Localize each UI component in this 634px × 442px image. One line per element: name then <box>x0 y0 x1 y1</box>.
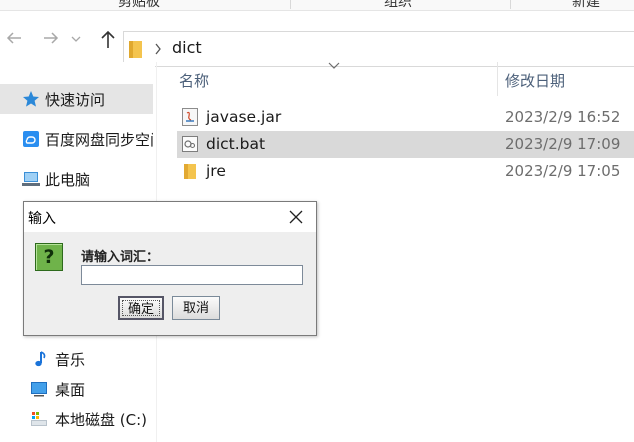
ribbon-group-clipboard[interactable]: 剪贴板 <box>118 0 160 10</box>
question-icon: ? <box>35 243 63 271</box>
file-row-selected[interactable]: dict.bat 2023/2/9 17:09 <box>177 131 634 158</box>
nav-label: 音乐 <box>55 350 86 369</box>
desktop-icon <box>31 382 47 397</box>
arrow-up-icon[interactable] <box>100 29 116 49</box>
file-row[interactable]: jre 2023/2/9 17:05 <box>177 158 634 185</box>
file-name: javase.jar <box>206 108 282 126</box>
column-header-date-modified[interactable]: 修改日期 <box>505 70 565 91</box>
computer-icon <box>22 172 40 186</box>
folder-icon <box>184 164 196 179</box>
file-date: 2023/2/9 16:52 <box>505 108 621 126</box>
nav-item-music[interactable]: 音乐 <box>0 344 153 374</box>
folder-icon <box>129 41 142 58</box>
file-name: dict.bat <box>206 135 266 153</box>
nav-label: 百度网盘同步空间 <box>45 130 153 149</box>
star-icon <box>23 91 39 107</box>
file-name: jre <box>206 162 226 180</box>
nav-item-local-disk-c[interactable]: 本地磁盘 (C:) <box>0 404 153 434</box>
file-date: 2023/2/9 17:05 <box>505 162 621 180</box>
column-header-name[interactable]: 名称 <box>179 70 209 91</box>
dialog-title-bar[interactable]: 输入 <box>24 202 316 232</box>
batch-file-icon <box>182 136 198 152</box>
dialog-title: 输入 <box>28 211 56 227</box>
music-icon <box>35 351 46 367</box>
chevron-down-icon[interactable] <box>70 33 82 45</box>
nav-item-baidu-sync[interactable]: 百度网盘同步空间 <box>0 124 153 154</box>
nav-label: 桌面 <box>55 380 86 399</box>
ribbon-group-organize[interactable]: 组织 <box>384 0 412 10</box>
close-button[interactable] <box>284 205 308 229</box>
address-path: dict <box>172 38 202 57</box>
nav-item-desktop[interactable]: 桌面 <box>0 374 153 404</box>
chevron-right-icon[interactable] <box>154 43 162 55</box>
close-icon <box>289 210 303 224</box>
ok-button[interactable]: 确定 <box>118 296 164 320</box>
nav-label: 本地磁盘 (C:) <box>55 410 147 429</box>
nav-label: 快速访问 <box>45 90 106 109</box>
word-input[interactable] <box>81 265 303 285</box>
cancel-button[interactable]: 取消 <box>172 296 220 320</box>
navigation-bar: dict <box>0 11 634 67</box>
dialog-prompt: 请输入词汇： <box>81 250 160 265</box>
jar-file-icon <box>182 108 198 126</box>
cloud-sync-icon <box>23 131 39 147</box>
arrow-right-icon[interactable] <box>42 31 60 45</box>
ribbon-group-new[interactable]: 新建 <box>572 0 600 10</box>
arrow-left-icon[interactable] <box>5 31 23 45</box>
ok-label: 确定 <box>127 302 154 317</box>
nav-item-quick-access[interactable]: 快速访问 <box>0 84 153 114</box>
file-row[interactable]: javase.jar 2023/2/9 16:52 <box>177 104 634 131</box>
address-bar[interactable]: dict <box>123 31 634 67</box>
nav-item-this-pc[interactable]: 此电脑 <box>0 164 153 194</box>
nav-label: 此电脑 <box>45 170 91 189</box>
sort-chevron-icon <box>328 62 340 69</box>
cancel-label: 取消 <box>182 301 209 316</box>
file-date: 2023/2/9 17:09 <box>505 135 621 153</box>
ribbon: 剪贴板 组织 新建 <box>0 0 634 11</box>
drive-icon <box>31 412 47 426</box>
input-dialog: 输入 ? 请输入词汇： 确定 取消 <box>23 201 317 336</box>
column-separator[interactable] <box>497 62 498 96</box>
